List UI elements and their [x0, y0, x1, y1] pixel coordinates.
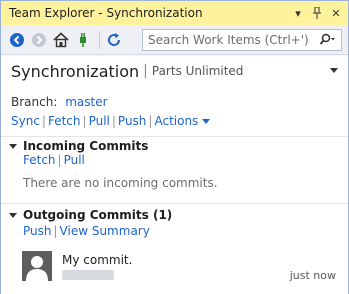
push-link[interactable]: Push: [118, 114, 147, 128]
user-silhouette-icon: [22, 251, 52, 281]
outgoing-section-header[interactable]: Outgoing Commits (1): [9, 208, 172, 222]
team-explorer-window: Team Explorer - Synchronization ▾ ✕ Sear…: [0, 0, 349, 294]
page-title: Synchronization: [11, 61, 140, 81]
no-incoming-text: There are no incoming commits.: [23, 176, 218, 190]
back-icon[interactable]: [7, 30, 27, 50]
section-divider: [1, 203, 348, 204]
incoming-title: Incoming Commits: [23, 139, 149, 153]
pin-icon[interactable]: [310, 5, 324, 21]
commit-time: just now: [289, 269, 336, 282]
connect-plug-icon[interactable]: [73, 30, 93, 50]
incoming-links: Fetch | Pull: [23, 153, 85, 167]
collapse-triangle-icon[interactable]: [9, 212, 17, 218]
forward-icon[interactable]: [29, 30, 49, 50]
search-box[interactable]: Search Work Items (Ctrl+'): [142, 29, 342, 51]
fetch-link[interactable]: Fetch: [48, 114, 81, 128]
pull-link[interactable]: Pull: [89, 114, 110, 128]
branch-link[interactable]: master: [65, 95, 107, 109]
window-title: Team Explorer - Synchronization: [9, 6, 203, 20]
refresh-icon[interactable]: [104, 30, 124, 50]
synchronization-content: Branch: master Sync | Fetch | Pull | Push | Acti…: [1, 86, 348, 294]
actions-caret-icon[interactable]: [202, 119, 211, 124]
branch-label: Branch:: [11, 95, 58, 109]
page-header: Synchronization | Parts Unlimited: [1, 56, 348, 86]
commit-author-blurred: [62, 270, 114, 280]
search-input[interactable]: Search Work Items (Ctrl+'): [148, 33, 315, 47]
incoming-pull-link[interactable]: Pull: [64, 153, 85, 167]
sync-link[interactable]: Sync: [11, 114, 40, 128]
header-menu-icon[interactable]: [330, 68, 338, 73]
title-bar: Team Explorer - Synchronization ▾ ✕: [1, 1, 348, 25]
toolbar: Search Work Items (Ctrl+'): [1, 25, 348, 55]
outgoing-links: Push | View Summary: [23, 224, 150, 238]
dropdown-icon[interactable]: ▾: [291, 5, 305, 21]
view-summary-link[interactable]: View Summary: [60, 224, 150, 238]
avatar: [22, 251, 52, 281]
outgoing-push-link[interactable]: Push: [23, 224, 52, 238]
section-divider: [1, 136, 348, 137]
outgoing-title: Outgoing Commits (1): [23, 208, 173, 222]
search-icon[interactable]: [315, 30, 341, 50]
incoming-fetch-link[interactable]: Fetch: [23, 153, 56, 167]
home-icon[interactable]: [51, 30, 71, 50]
branch-line: Branch: master: [11, 95, 108, 109]
collapse-triangle-icon[interactable]: [9, 143, 17, 149]
project-name: Parts Unlimited: [151, 64, 244, 78]
close-icon[interactable]: ✕: [329, 5, 343, 21]
action-links: Sync | Fetch | Pull | Push | Actions: [11, 114, 211, 128]
commit-message: My commit.: [62, 253, 133, 267]
toolbar-separator: [99, 30, 100, 49]
incoming-section-header[interactable]: Incoming Commits: [9, 139, 148, 153]
title-divider: |: [143, 63, 148, 79]
actions-menu[interactable]: Actions: [154, 114, 198, 128]
commit-item[interactable]: My commit. just now: [22, 251, 338, 291]
